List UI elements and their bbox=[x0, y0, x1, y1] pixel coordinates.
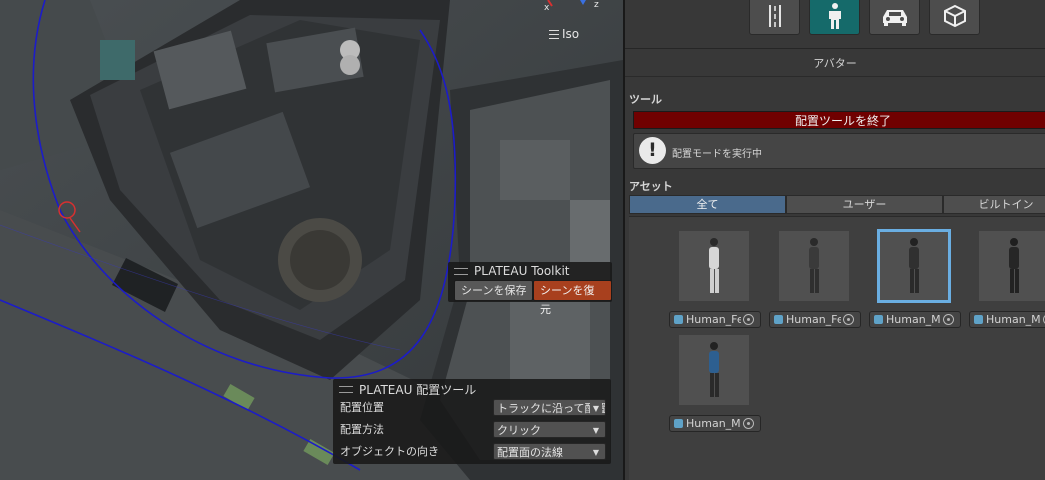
category-toolbar bbox=[625, 0, 1045, 49]
projection-label: Iso bbox=[562, 27, 580, 41]
restore-scene-button[interactable]: シーンを復元 bbox=[533, 280, 612, 316]
asset-section-title: アセット bbox=[629, 180, 673, 193]
asset-name: Human_Fe bbox=[786, 313, 841, 326]
asset-thumbnail[interactable] bbox=[979, 231, 1045, 301]
divider bbox=[625, 76, 1045, 77]
scene-view[interactable]: x z Iso PLATEAU Toolkit シーンを保存 シーンを復元 PL… bbox=[0, 0, 623, 480]
avatar-thumbnail-icon bbox=[709, 342, 719, 397]
placement-position-dropdown[interactable]: トラックに沿って配置 ▼ bbox=[493, 398, 606, 416]
chevron-down-icon: ▼ bbox=[590, 421, 602, 437]
placement-row-orientation: オブジェクトの向き 配置面の法線 ▼ bbox=[340, 440, 606, 462]
avatar-thumbnail-icon bbox=[809, 238, 819, 293]
gizmo-x-label: x bbox=[544, 3, 550, 13]
target-icon[interactable] bbox=[743, 314, 754, 325]
placement-method-dropdown[interactable]: クリック ▼ bbox=[493, 420, 606, 438]
info-exclamation-icon: ! bbox=[639, 137, 666, 164]
avatar-thumbnail-icon bbox=[909, 238, 919, 293]
asset-name-chip[interactable]: Human_Ma bbox=[669, 415, 761, 432]
help-box: ! 配置モードを実行中 bbox=[633, 133, 1045, 169]
avatar-thumbnail-icon bbox=[1009, 238, 1019, 293]
target-icon[interactable] bbox=[843, 314, 854, 325]
prefab-icon bbox=[674, 419, 683, 428]
projection-toggle[interactable]: Iso bbox=[549, 27, 579, 41]
person-icon bbox=[828, 2, 841, 29]
category-avatar-button[interactable] bbox=[809, 0, 860, 35]
category-object-button[interactable] bbox=[929, 0, 980, 35]
tab-all[interactable]: 全て bbox=[629, 195, 786, 214]
asset-name-chip[interactable]: Human_Fe bbox=[669, 311, 761, 328]
asset-name: Human_Ma bbox=[886, 313, 941, 326]
tab-builtin[interactable]: ビルトイン bbox=[943, 195, 1045, 214]
avatar-thumbnail-icon bbox=[709, 238, 719, 293]
asset-tabs: 全て ユーザー ビルトイン bbox=[629, 195, 1045, 214]
placement-method-label: 配置方法 bbox=[340, 423, 384, 436]
gizmo-z-label: z bbox=[594, 0, 599, 10]
asset-name: Human_Fe bbox=[686, 313, 741, 326]
placement-orientation-dropdown[interactable]: 配置面の法線 ▼ bbox=[493, 442, 606, 460]
placement-orientation-label: オブジェクトの向き bbox=[340, 445, 439, 458]
end-tool-button[interactable]: 配置ツールを終了 bbox=[633, 111, 1045, 129]
asset-name: Human_Ma bbox=[986, 313, 1041, 326]
placement-row-method: 配置方法 クリック ▼ bbox=[340, 418, 606, 440]
asset-name-chip[interactable]: Human_Ma bbox=[869, 311, 961, 328]
save-scene-button[interactable]: シーンを保存 bbox=[454, 280, 534, 301]
category-vehicle-button[interactable] bbox=[869, 0, 920, 35]
prefab-icon bbox=[774, 315, 783, 324]
asset-thumbnail[interactable] bbox=[877, 229, 951, 303]
drag-handle-icon[interactable] bbox=[454, 267, 468, 275]
prefab-icon bbox=[674, 315, 683, 324]
target-icon[interactable] bbox=[743, 418, 754, 429]
placement-panel: アバター ツール 配置ツールを終了 ! 配置モードを実行中 アセット 全て ユー… bbox=[623, 0, 1045, 480]
box-icon bbox=[943, 4, 966, 27]
prefab-icon bbox=[874, 315, 883, 324]
placement-orientation-value: 配置面の法線 bbox=[497, 445, 563, 459]
tab-user[interactable]: ユーザー bbox=[786, 195, 943, 214]
car-icon bbox=[882, 9, 907, 26]
target-icon[interactable] bbox=[943, 314, 954, 325]
placement-overlay: PLATEAU 配置ツール 配置位置 トラックに沿って配置 ▼ 配置方法 クリック… bbox=[333, 379, 611, 464]
asset-grid: Human_Fe Human_Fe Human_Ma bbox=[629, 216, 1045, 480]
category-road-button[interactable] bbox=[749, 0, 800, 35]
tool-section-title: ツール bbox=[629, 93, 662, 106]
toolkit-title: PLATEAU Toolkit bbox=[474, 264, 570, 278]
asset-thumbnail[interactable] bbox=[779, 231, 849, 301]
menu-icon bbox=[549, 29, 559, 39]
help-message: 配置モードを実行中 bbox=[672, 149, 762, 160]
category-title: アバター bbox=[813, 57, 857, 70]
toolkit-overlay: PLATEAU Toolkit シーンを保存 シーンを復元 bbox=[448, 262, 612, 316]
road-icon bbox=[768, 4, 781, 27]
placement-row-position: 配置位置 トラックに沿って配置 ▼ bbox=[340, 396, 606, 418]
placement-position-label: 配置位置 bbox=[340, 401, 384, 414]
placement-method-value: クリック bbox=[497, 423, 541, 437]
asset-name: Human_Ma bbox=[686, 417, 741, 430]
chevron-down-icon: ▼ bbox=[590, 399, 602, 415]
chevron-down-icon: ▼ bbox=[590, 443, 602, 459]
asset-thumbnail[interactable] bbox=[679, 335, 749, 405]
asset-name-chip[interactable]: Human_Fe bbox=[769, 311, 861, 328]
drag-handle-icon[interactable] bbox=[339, 386, 353, 393]
prefab-icon bbox=[974, 315, 983, 324]
asset-thumbnail[interactable] bbox=[679, 231, 749, 301]
asset-name-chip[interactable]: Human_Ma bbox=[969, 311, 1045, 328]
